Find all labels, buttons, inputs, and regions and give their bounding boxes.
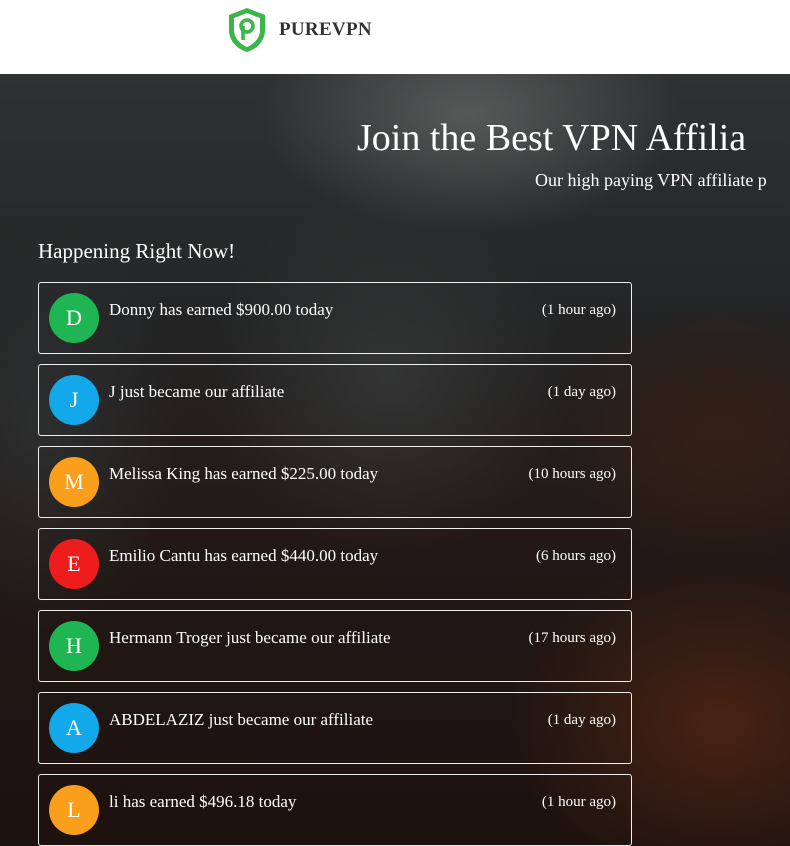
avatar: H <box>49 621 99 671</box>
activity-message: ABDELAZIZ just became our affiliate <box>109 710 374 729</box>
purevpn-logo-link[interactable]: PUREVPN <box>226 6 372 54</box>
activity-message: Hermann Troger just became our affiliate <box>109 628 391 647</box>
avatar: A <box>49 703 99 753</box>
activity-time: (10 hours ago) <box>528 466 616 482</box>
activity-time: (1 day ago) <box>547 384 616 400</box>
activity-item: L li has earned $496.18 today (1 hour ag… <box>38 774 632 846</box>
activity-message: Emilio Cantu has earned $440.00 today <box>109 546 379 565</box>
avatar: E <box>49 539 99 589</box>
activity-message: li has earned $496.18 today <box>109 792 297 811</box>
activity-item: A ABDELAZIZ just became our affiliate (1… <box>38 692 632 764</box>
activity-item: D Donny has earned $900.00 today (1 hour… <box>38 282 632 354</box>
happening-now-heading: Happening Right Now! <box>38 239 236 263</box>
avatar: M <box>49 457 99 507</box>
avatar: D <box>49 293 99 343</box>
avatar: L <box>49 785 99 835</box>
activity-item: E Emilio Cantu has earned $440.00 today … <box>38 528 632 600</box>
activity-item: H Hermann Troger just became our affilia… <box>38 610 632 682</box>
activity-time: (1 hour ago) <box>541 794 616 810</box>
hero-section: Join the Best VPN Affilia Our high payin… <box>0 74 790 846</box>
activity-time: (1 day ago) <box>547 712 616 728</box>
activity-message: Donny has earned $900.00 today <box>109 300 334 319</box>
site-header: PUREVPN <box>0 0 790 74</box>
activity-item: J J just became our affiliate (1 day ago… <box>38 364 632 436</box>
activity-time: (1 hour ago) <box>541 302 616 318</box>
purevpn-shield-logo-icon <box>229 8 265 52</box>
activity-message: J just became our affiliate <box>109 382 285 401</box>
activity-item: M Melissa King has earned $225.00 today … <box>38 446 632 518</box>
activity-feed: D Donny has earned $900.00 today (1 hour… <box>38 282 632 846</box>
activity-time: (6 hours ago) <box>536 548 616 564</box>
activity-time: (17 hours ago) <box>528 630 616 646</box>
activity-message: Melissa King has earned $225.00 today <box>109 464 379 483</box>
avatar: J <box>49 375 99 425</box>
brand-name: PUREVPN <box>279 19 372 40</box>
hero-title: Join the Best VPN Affilia <box>357 117 747 159</box>
hero-subtitle: Our high paying VPN affiliate p <box>535 170 767 190</box>
